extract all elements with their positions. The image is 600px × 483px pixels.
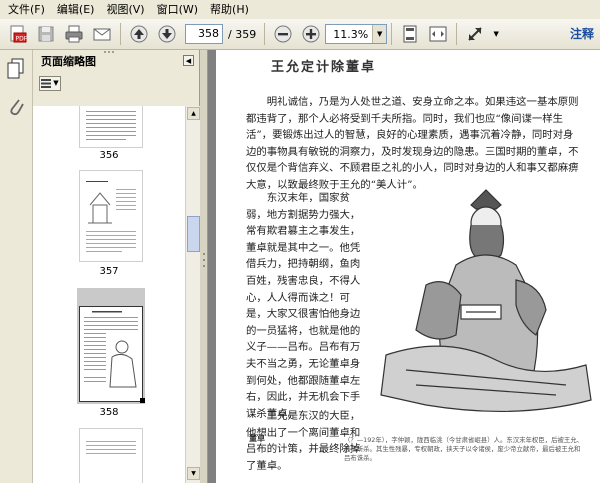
page-thumbnail-359[interactable]: [79, 428, 143, 483]
menu-window[interactable]: 窗口(W): [151, 0, 204, 19]
document-view[interactable]: 王允定计除董卓 明礼诚信，乃是为人处世之道、安身立命之本。如果违这一基本原则都违…: [208, 50, 600, 483]
toolbar-separator: [264, 23, 266, 45]
page-thumbnail-image: [84, 311, 138, 388]
toolbar: PDF 358 / 359 11.3% ▼ ▼ 注释: [0, 19, 600, 50]
page-thumbnail-image: [86, 441, 136, 454]
create-pdf-icon: PDF: [10, 25, 28, 43]
thumbnail-options-button[interactable]: ▼: [39, 75, 61, 91]
pages-tab[interactable]: [6, 58, 26, 83]
comments-label[interactable]: 注释: [570, 25, 594, 42]
thumbnail-label: 356: [99, 150, 119, 161]
envelope-icon: [93, 28, 111, 41]
zoom-value: 11.3%: [333, 27, 369, 41]
toolbar-separator: [391, 23, 393, 45]
page-thumbnail-image: [86, 111, 136, 140]
zoom-in-button[interactable]: [299, 22, 323, 46]
chevron-down-icon: ▼: [493, 30, 499, 38]
page-thumbnail-356[interactable]: [79, 106, 143, 148]
fit-page-button[interactable]: [398, 22, 422, 46]
caption-text: （？—192年），字仲颖，陇西临洮（今甘肃省岷县）人。东汉末年权臣，后被王允、吕…: [344, 436, 584, 462]
panel-options-row: ▼: [33, 72, 199, 94]
navigation-strip: [0, 50, 33, 483]
next-page-button[interactable]: [155, 22, 179, 46]
panel-header: 页面缩略图 ◀: [33, 50, 199, 72]
thumbnail-label: 358: [99, 407, 119, 418]
paperclip-icon: [10, 99, 24, 116]
thumbnail-list: 356 357 358: [33, 106, 185, 483]
thumbnail-label: 357: [99, 266, 119, 277]
full-screen-button[interactable]: [463, 22, 487, 46]
caption-title: 董卓: [249, 434, 265, 443]
page-title: 王允定计除董卓: [271, 60, 377, 75]
scrollbar-thumb[interactable]: [187, 216, 200, 252]
chevron-down-icon: ▼: [53, 79, 59, 87]
list-options-icon: [41, 78, 52, 88]
paragraph-intro: 明礼诚信，乃是为人处世之道、安身立命之本。如果违这一基本原则都违背了，那个人必将…: [246, 96, 579, 191]
fit-width-button[interactable]: [426, 22, 450, 46]
arrow-down-icon: [158, 25, 176, 43]
document-page: 王允定计除董卓 明礼诚信，乃是为人处世之道、安身立命之本。如果违这一基本原则都违…: [216, 50, 600, 483]
page-thumbnail-image: [86, 181, 136, 252]
printer-icon: [65, 25, 83, 43]
panel-splitter[interactable]: [200, 50, 208, 483]
print-button[interactable]: [62, 22, 86, 46]
scroll-up-icon[interactable]: ▲: [187, 107, 200, 120]
svg-text:PDF: PDF: [16, 36, 28, 43]
panel-grip-icon: [104, 51, 114, 53]
save-button[interactable]: [34, 22, 58, 46]
minus-icon: [274, 25, 292, 43]
menu-edit[interactable]: 编辑(E): [51, 0, 101, 19]
thumbnail-scrollbar[interactable]: ▲ ▼: [185, 106, 200, 483]
panel-title: 页面缩略图: [41, 55, 96, 68]
dong-zhuo-illustration: [380, 189, 592, 412]
panel-collapse-button[interactable]: ◀: [183, 55, 194, 66]
thumbnails-panel: 页面缩略图 ◀ ▼ 356 357 358 ▲ ▼: [33, 50, 200, 483]
splitter-grip-icon: [203, 253, 205, 267]
menu-view[interactable]: 视图(V): [100, 0, 150, 19]
plus-icon: [302, 25, 320, 43]
create-pdf-button[interactable]: PDF: [6, 22, 30, 46]
expand-arrows-icon: [468, 27, 482, 41]
menu-bar: 文件(F) 编辑(E) 视图(V) 窗口(W) 帮助(H): [0, 0, 600, 19]
scroll-down-icon[interactable]: ▼: [187, 467, 200, 480]
page-thumbnail-358[interactable]: [79, 306, 143, 402]
page-number-input[interactable]: 358: [185, 24, 223, 44]
menu-file[interactable]: 文件(F): [2, 0, 51, 19]
arrow-up-icon: [130, 25, 148, 43]
fit-width-icon: [429, 26, 447, 42]
menu-help[interactable]: 帮助(H): [204, 0, 255, 19]
toolbar-separator: [120, 23, 121, 45]
thumbnail-resize-handle[interactable]: [140, 398, 145, 403]
toolbar-options-button[interactable]: ▼: [491, 22, 501, 46]
pages-icon: [7, 58, 24, 79]
attachments-tab[interactable]: [7, 96, 25, 121]
zoom-select[interactable]: 11.3% ▼: [325, 24, 388, 44]
zoom-out-button[interactable]: [271, 22, 295, 46]
chevron-left-icon: ◀: [185, 56, 192, 65]
page-thumbnail-357[interactable]: [79, 170, 143, 262]
toolbar-separator: [456, 23, 458, 45]
fit-page-icon: [403, 25, 417, 43]
save-disk-icon: [38, 26, 54, 42]
page-total-label: / 359: [228, 27, 257, 41]
paragraph-story: 东汉末年，国家贫弱，地方割据势力强大，常有欺君篡主之事发生，董卓就是其中之一。他…: [246, 192, 361, 420]
email-button[interactable]: [90, 22, 114, 46]
chevron-down-icon[interactable]: ▼: [372, 25, 387, 43]
previous-page-button[interactable]: [127, 22, 151, 46]
